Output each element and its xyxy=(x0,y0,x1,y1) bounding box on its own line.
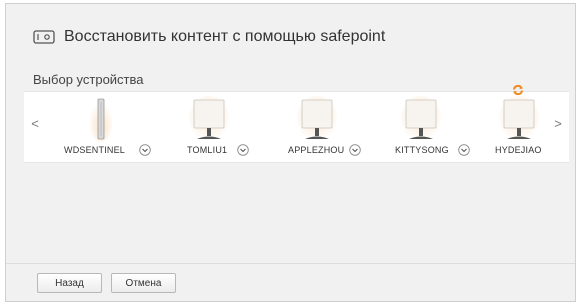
device-item-tomliu1[interactable]: TOMLIU1 xyxy=(174,92,274,162)
carousel-prev-button[interactable]: < xyxy=(28,114,42,132)
device-item-applezhou[interactable]: APPLEZHOU xyxy=(280,92,380,162)
tower-server-icon xyxy=(90,96,112,147)
device-selection-label: Выбор устройства xyxy=(33,72,144,87)
restore-dialog: Восстановить контент с помощью safepoint… xyxy=(5,3,576,302)
device-item-wdsentinel[interactable]: WDSENTINEL xyxy=(64,92,164,162)
device-carousel: < > WDSENTINEL TOMLIU1 APPLEZHOU KITTYSO… xyxy=(24,84,569,163)
safepoint-drive-icon xyxy=(33,29,55,45)
device-name: KITTYSONG xyxy=(395,145,449,155)
chevron-down-icon[interactable] xyxy=(139,143,151,156)
device-item-kittysong[interactable]: KITTYSONG xyxy=(386,92,486,162)
device-item-hydejiao[interactable]: HYDEJIAO xyxy=(488,84,558,162)
chevron-down-icon[interactable] xyxy=(458,143,470,156)
monitor-icon xyxy=(499,96,539,147)
footer-divider xyxy=(6,263,575,264)
dialog-header: Восстановить контент с помощью safepoint xyxy=(33,28,385,46)
back-button[interactable]: Назад xyxy=(37,273,102,293)
device-name: HYDEJIAO xyxy=(495,145,542,155)
monitor-icon xyxy=(297,96,337,147)
device-name: TOMLIU1 xyxy=(187,145,228,155)
sync-icon xyxy=(512,83,524,96)
device-name: APPLEZHOU xyxy=(288,145,345,155)
chevron-down-icon[interactable] xyxy=(349,143,361,156)
cancel-button[interactable]: Отмена xyxy=(111,273,176,293)
monitor-icon xyxy=(401,96,441,147)
monitor-icon xyxy=(189,96,229,147)
device-name: WDSENTINEL xyxy=(64,145,126,155)
dialog-title: Восстановить контент с помощью safepoint xyxy=(64,28,386,45)
chevron-down-icon[interactable] xyxy=(237,143,249,156)
